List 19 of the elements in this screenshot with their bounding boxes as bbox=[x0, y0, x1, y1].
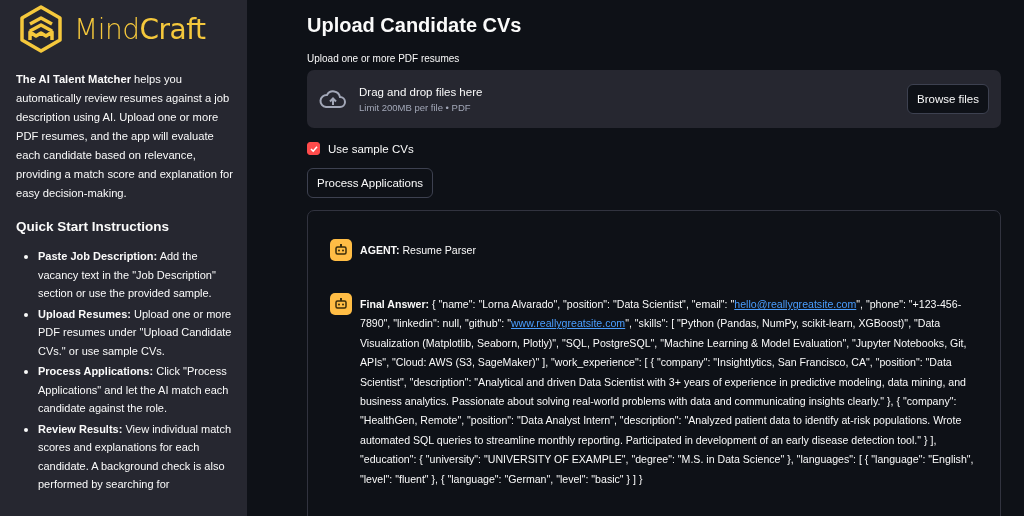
instruction-text: Process Applications: Click "Process Applications" and let the AI match each candidate against the role. bbox=[38, 364, 230, 416]
message-text: AGENT: Resume Parser bbox=[360, 243, 476, 258]
brand-name: MindCraft bbox=[74, 12, 206, 46]
page-title: Upload Candidate CVs bbox=[307, 14, 523, 37]
instruction-text: Review Results: View individual match scores and explanations for each candidate. A background check is also performed by searching for bbox=[38, 421, 232, 492]
browse-files-button[interactable]: Browse files bbox=[907, 84, 989, 114]
process-applications-button[interactable]: Process Applications bbox=[307, 168, 434, 198]
file-limit-text: Limit 200MB per file • PDF bbox=[359, 101, 472, 113]
instruction-text: Paste Job Description: Add the vacancy text in the "Job Description" section or use the provided sample. bbox=[38, 249, 217, 301]
instructions-heading: Quick Start Instructions bbox=[16, 219, 171, 234]
file-dropzone[interactable]: Drag and drop files here Limit 200MB per file • PDF Browse files bbox=[307, 70, 1001, 128]
checkbox-label: Use sample CVs bbox=[328, 142, 414, 155]
link[interactable]: www.reallygreatsite.com bbox=[510, 317, 626, 330]
message-text: Final Answer: { "name": "Lorna Alvarado", "position": "Data Scientist", "email": "hello@reallygreatsite.com", "phone": "+123-456-7890", "linkedin": null, "github": "www.reallygreatsite.com", "skills": [ "Python (Pandas, NumPy, scikit-learn, XGBoost)", "Data Visualization (Matplotlib, Seaborn, Plotly)", "SQL, PostgreSQL", "Machine Learning & Model Evaluation", "Jupyter Notebooks, Git, APIs", "Cloud: AWS (S3, SageMaker)" ], "work_experience": [ { "company": "Insightlytics, San Francisco, CA", "position": "Data Scientist", "description": "Analytical and driven Data Scientist with 3+ years of experience in predictive modeling, data mining, and business analytics. Passionate about solving real-world problems with data and communicating insights clearly." }, { "company": "HealthGen, Remote", "position": "Data Analyst Intern", "description": "Analyzed patient data to identify at-risk populations. Wrote automated SQL queries to streamline monthly reporting. Participated in development of an early disease detection tool." } ], "education": { "university": "UNIVERSITY OF EXAMPLE", "degree": "M.S. in Data Science" }, "languages": [ { "language": "English", "level": "fluent" }, { "language": "German", "level": "basic" } ] } bbox=[360, 297, 975, 487]
dropzone-text: Drag and drop files here bbox=[359, 85, 484, 98]
link[interactable]: hello@reallygreatsite.com bbox=[734, 298, 857, 310]
intro-text: The AI Talent Matcher helps you automatically review resumes against a job description using AI. Upload one or more PDF resumes, and the app will evaluate each candidate based on relevance, providing a match score and explanation for easy decision-making. bbox=[16, 72, 235, 201]
uploader-label: Upload one or more PDF resumes bbox=[307, 53, 461, 64]
instruction-text: Upload Resumes: Upload one or more PDF resumes under "Upload Candidate CVs." or use sample CVs. bbox=[38, 306, 233, 359]
